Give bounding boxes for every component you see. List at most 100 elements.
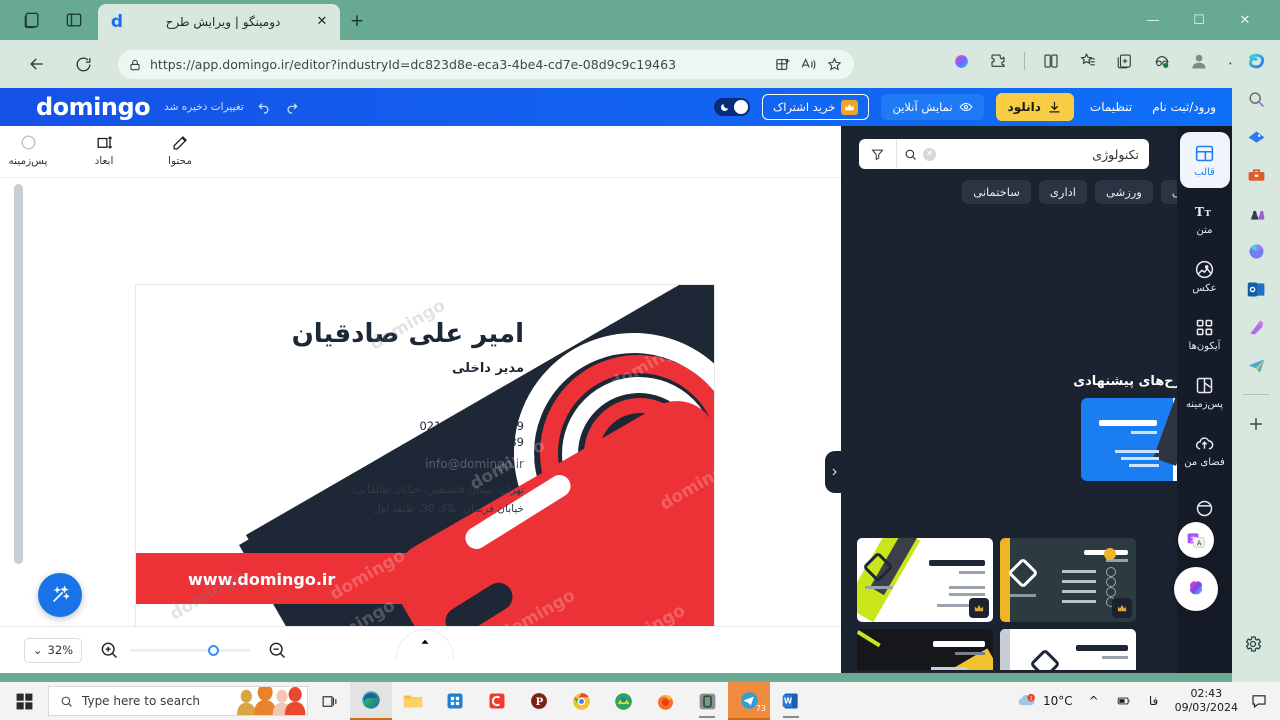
subscribe-button[interactable]: خرید اشتراک [761,94,870,120]
browser-tab[interactable]: d دومینگو | ویرایش طرح ✕ [98,4,340,40]
translate-widget[interactable]: 文A [1178,522,1214,558]
taskbar-microsoft-store-icon[interactable] [434,682,476,720]
zoom-in-button[interactable] [98,639,120,661]
taskbar-pdf-icon[interactable]: P [518,682,560,720]
taskbar-word-icon[interactable]: W [770,682,812,720]
window-maximize-button[interactable]: ☐ [1176,0,1222,40]
settings-gear-icon[interactable] [1243,634,1269,660]
notification-icon[interactable] [1250,692,1268,710]
dark-mode-toggle[interactable] [713,98,750,116]
canvas-vertical-scrollbar[interactable] [14,184,23,564]
windows-start-icon[interactable] [0,692,48,711]
tools-briefcase-icon[interactable] [1243,162,1269,188]
copilot-icon[interactable] [1243,48,1269,74]
telegram-icon[interactable] [1243,352,1269,378]
tray-expand-icon[interactable]: ^ [1085,692,1103,710]
tool-content[interactable]: محتوا [152,131,208,177]
taskbar-search-input[interactable]: Type here to search [48,686,308,716]
profile-icon[interactable] [1188,50,1210,72]
card-phone-numbers[interactable]: 021 – 66 95 17 89 021 – 66 95 17 89 [419,418,524,450]
filter-icon[interactable] [859,139,897,169]
collections-icon[interactable] [1114,50,1136,72]
favorites-list-icon[interactable] [1077,50,1099,72]
back-button[interactable] [24,51,50,77]
taskbar-telegram-icon[interactable]: 73 [728,682,770,720]
card-person-name[interactable]: امیر علی صادقیان [292,319,524,349]
task-view-icon[interactable] [308,682,350,720]
outlook-icon[interactable] [1243,276,1269,302]
zoom-level-select[interactable]: ⌄ 32% [24,637,82,663]
login-register-link[interactable]: ورود/ثبت نام [1148,100,1220,114]
panel-collapse-button[interactable] [825,451,843,493]
download-button[interactable]: دانلود [995,93,1074,121]
new-tab-button[interactable]: + [348,13,366,31]
tab-close-icon[interactable]: ✕ [314,14,330,30]
category-tab-0[interactable]: ساختمانی [962,180,1031,204]
rail-item-image[interactable]: عکس [1180,248,1230,304]
copilot-brain-icon[interactable] [950,50,972,72]
category-tab-2[interactable]: ورزشی [1094,180,1153,204]
taskbar-edge-icon[interactable] [350,682,392,720]
taskbar-file-explorer-icon[interactable] [392,682,434,720]
domingo-logo[interactable]: domingo [36,93,151,121]
card-email[interactable]: info@domingo.ir [425,457,524,471]
split-screen-icon[interactable] [774,56,792,74]
language-indicator[interactable]: فا [1145,692,1163,710]
favorite-star-icon[interactable] [826,56,844,74]
settings-link[interactable]: تنظیمات [1086,100,1136,114]
taskbar-camtasia-icon[interactable] [476,682,518,720]
browser-essentials-icon[interactable] [1151,50,1173,72]
rail-item-my-space[interactable]: فضای من [1180,422,1230,478]
template-item[interactable] [1000,629,1136,670]
address-bar[interactable]: https://app.domingo.ir/editor?industryId… [118,50,854,79]
battery-icon[interactable] [1115,692,1133,710]
tool-background[interactable]: پس‌زمینه [0,131,56,177]
search-icon[interactable] [897,147,923,162]
read-aloud-icon[interactable] [800,56,818,74]
taskbar-terminal-icon[interactable] [686,682,728,720]
taskbar-adobe-icon[interactable] [602,682,644,720]
rail-item-icons[interactable]: آیکون‌ها [1180,306,1230,362]
weather-widget[interactable]: 1 10°C [1017,691,1073,711]
category-tab-1[interactable]: اداری [1038,180,1087,204]
template-item[interactable] [857,538,993,622]
business-card-design[interactable]: امیر علی صادقیان مدیر داخلی 021 – 66 95 … [136,285,714,666]
undo-icon[interactable] [256,99,272,115]
template-search-bar[interactable]: ✕ [859,139,1149,169]
extensions-icon[interactable] [987,50,1009,72]
ai-magic-button[interactable] [38,573,82,617]
games-icon[interactable] [1243,200,1269,226]
expand-panel-button[interactable] [396,629,454,659]
workspaces-icon[interactable] [22,10,42,30]
ai-assistant-widget[interactable] [1174,567,1218,611]
shopping-tag-icon[interactable] [1243,124,1269,150]
window-minimize-button[interactable]: — [1130,0,1176,40]
redo-icon[interactable] [284,99,300,115]
card-address[interactable]: تهران، میدان فلسطین، خیابان طالقانی، خیا… [352,481,524,519]
template-search-input[interactable] [936,146,1149,162]
search-icon[interactable] [1243,86,1269,112]
zoom-slider[interactable] [130,644,250,656]
zoom-out-button[interactable] [266,639,288,661]
taskbar-firefox-icon[interactable] [644,682,686,720]
designer-icon[interactable] [1243,238,1269,264]
add-icon[interactable] [1243,411,1269,437]
taskbar-clock[interactable]: 02:43 09/03/2024 [1175,687,1238,715]
card-website[interactable]: www.domingo.ir [188,570,335,589]
taskbar-chrome-icon[interactable] [560,682,602,720]
window-close-button[interactable]: ✕ [1222,0,1268,40]
rail-item-background[interactable]: پس‌زمینه [1180,364,1230,420]
template-item[interactable] [1000,538,1136,622]
card-person-role[interactable]: مدیر داخلی [452,361,524,376]
tool-dimensions[interactable]: ابعاد [76,131,132,177]
online-preview-button[interactable]: نمایش آنلاین [881,94,984,120]
reload-button[interactable] [70,51,96,77]
rail-item-text[interactable]: TT متن [1180,190,1230,246]
template-item[interactable] [857,629,993,670]
clear-search-icon[interactable]: ✕ [923,147,936,161]
image-creator-icon[interactable] [1243,314,1269,340]
split-window-icon[interactable] [1040,50,1062,72]
zoom-slider-handle[interactable] [208,644,219,656]
tab-actions-icon[interactable] [64,10,84,30]
rail-item-template[interactable]: قالب [1179,132,1230,188]
